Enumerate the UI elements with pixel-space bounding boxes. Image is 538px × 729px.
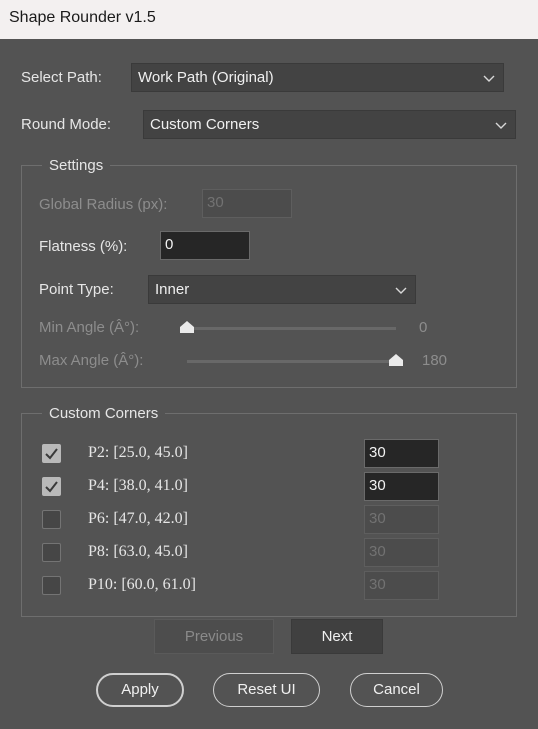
corner-checkbox[interactable] <box>42 444 61 463</box>
point-type-dropdown[interactable]: Inner <box>148 275 416 304</box>
corner-checkbox[interactable] <box>42 576 61 595</box>
global-radius-input[interactable]: 30 <box>202 189 292 218</box>
min-angle-value: 0 <box>419 319 428 336</box>
settings-group-title: Settings <box>42 157 111 175</box>
slider-thumb-icon[interactable] <box>389 354 403 366</box>
corner-radius-input[interactable]: 30 <box>364 439 439 468</box>
corner-checkbox[interactable] <box>42 510 61 529</box>
corner-radius-value: 30 <box>369 543 386 560</box>
select-path-dropdown[interactable]: Work Path (Original) <box>131 63 504 92</box>
corner-radius-value: 30 <box>369 444 386 461</box>
corner-radius-input[interactable]: 30 <box>364 538 439 567</box>
chevron-down-icon <box>495 122 507 129</box>
chevron-down-icon <box>483 75 495 82</box>
next-button[interactable]: Next <box>291 619 383 654</box>
round-mode-value: Custom Corners <box>150 116 260 133</box>
corner-label: P8: [63.0, 45.0] <box>88 543 188 560</box>
previous-button[interactable]: Previous <box>154 619 274 654</box>
max-angle-label: Max Angle (Â°): <box>39 352 144 369</box>
flatness-input[interactable]: 0 <box>160 231 250 260</box>
corner-radius-value: 30 <box>369 510 386 527</box>
max-angle-slider[interactable] <box>187 353 403 369</box>
corner-checkbox[interactable] <box>42 543 61 562</box>
min-angle-label: Min Angle (Â°): <box>39 319 140 336</box>
corner-radius-value: 30 <box>369 576 386 593</box>
point-type-label: Point Type: <box>39 281 114 298</box>
corner-checkbox[interactable] <box>42 477 61 496</box>
global-radius-label: Global Radius (px): <box>39 196 168 213</box>
corner-radius-value: 30 <box>369 477 386 494</box>
flatness-value: 0 <box>165 236 174 253</box>
round-mode-dropdown[interactable]: Custom Corners <box>143 110 516 139</box>
corner-radius-input[interactable]: 30 <box>364 505 439 534</box>
window-title: Shape Rounder v1.5 <box>9 9 156 26</box>
apply-button[interactable]: Apply <box>96 673 184 707</box>
global-radius-value: 30 <box>207 194 224 211</box>
checkmark-icon <box>45 481 58 493</box>
min-angle-slider-track <box>187 327 396 330</box>
point-type-value: Inner <box>155 281 190 298</box>
corner-label: P4: [38.0, 41.0] <box>88 477 188 494</box>
flatness-label: Flatness (%): <box>39 238 128 255</box>
slider-thumb-icon[interactable] <box>180 321 194 333</box>
corner-label: P6: [47.0, 42.0] <box>88 510 188 527</box>
custom-corners-group-title: Custom Corners <box>42 405 166 423</box>
corner-radius-input[interactable]: 30 <box>364 571 439 600</box>
corner-label: P10: [60.0, 61.0] <box>88 576 196 593</box>
max-angle-slider-track <box>187 360 396 363</box>
max-angle-value: 180 <box>422 352 448 369</box>
select-path-label: Select Path: <box>21 69 102 86</box>
cancel-button[interactable]: Cancel <box>350 673 443 707</box>
corner-label: P2: [25.0, 45.0] <box>88 444 188 461</box>
reset-ui-button[interactable]: Reset UI <box>213 673 320 707</box>
select-path-value: Work Path (Original) <box>138 69 274 86</box>
min-angle-slider[interactable] <box>180 320 396 336</box>
chevron-down-icon <box>395 287 407 294</box>
corner-radius-input[interactable]: 30 <box>364 472 439 501</box>
checkmark-icon <box>45 448 58 460</box>
window-title-bar: Shape Rounder v1.5 <box>0 0 538 39</box>
round-mode-label: Round Mode: <box>21 116 112 133</box>
